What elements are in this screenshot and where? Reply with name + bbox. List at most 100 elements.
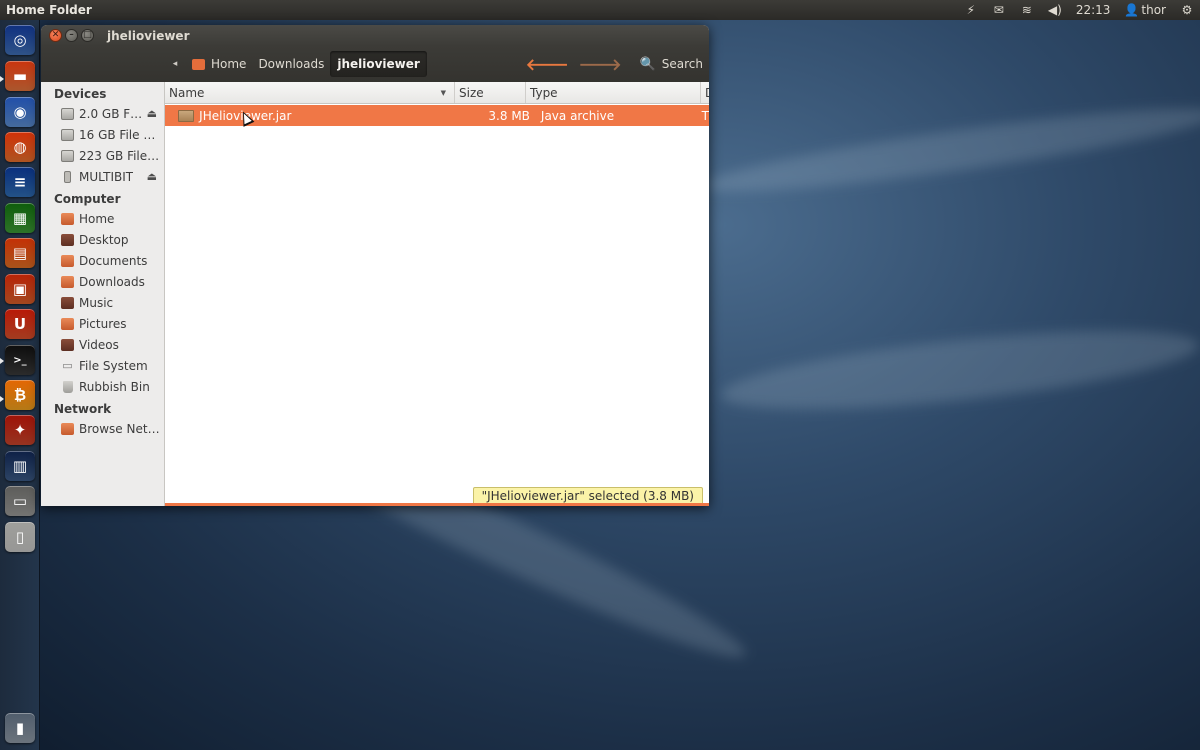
search-button[interactable]: 🔍 Search	[640, 57, 709, 72]
column-header-date[interactable]: D	[701, 82, 709, 103]
file-system-icon: ▭	[62, 359, 73, 372]
sidebar-heading-devices: Devices	[54, 87, 107, 101]
eject-icon[interactable]: ⏏	[147, 107, 157, 120]
sidebar-item-pictures[interactable]: Pictures	[41, 313, 164, 334]
sidebar-item-device-223gb[interactable]: 223 GB File s…	[41, 145, 164, 166]
sidebar-item-rubbish-bin[interactable]: Rubbish Bin	[41, 376, 164, 397]
column-header-label: Size	[459, 85, 484, 100]
titlebar[interactable]: ✕ – □ jhelioviewer	[41, 25, 709, 46]
launcher-chromium-browser-icon[interactable]: ◉	[5, 97, 35, 127]
launcher-terminal-icon[interactable]: >_	[5, 345, 35, 375]
column-header-size[interactable]: Size	[455, 82, 526, 103]
file-list-view[interactable]: Name ▼ Size Type D JHelioviewer.jar 3.8 …	[165, 82, 709, 506]
breadcrumb-downloads[interactable]: Downloads	[252, 51, 330, 77]
column-headers: Name ▼ Size Type D	[165, 82, 709, 104]
home-folder-icon	[61, 212, 74, 225]
downloads-folder-icon	[61, 275, 74, 288]
user-name: thor	[1141, 3, 1166, 17]
user-icon: 👤	[1124, 3, 1140, 17]
drive-icon	[61, 107, 74, 120]
launcher-usb-drive-icon[interactable]: ▯	[5, 522, 35, 552]
gear-icon[interactable]: ⚙	[1180, 3, 1194, 17]
mail-icon[interactable]: ✉	[992, 3, 1006, 17]
breadcrumb-home[interactable]: Home	[186, 51, 252, 77]
forward-arrow-icon[interactable]: 🡒	[579, 54, 622, 74]
wallpaper-streak	[718, 315, 1200, 425]
clock[interactable]: 22:13	[1076, 3, 1111, 17]
sidebar-item-label: Home	[79, 211, 115, 226]
sidebar-item-label: Downloads	[79, 274, 145, 289]
window-bottom-edge	[165, 503, 709, 506]
launcher-libreoffice-writer-icon[interactable]: ≡	[5, 167, 35, 197]
sidebar-item-downloads[interactable]: Downloads	[41, 271, 164, 292]
launcher-firefox-icon[interactable]: ◍	[5, 132, 35, 162]
sidebar-item-browse-network[interactable]: Browse Net…	[41, 418, 164, 439]
launcher-trash-icon[interactable]: ▮	[5, 713, 35, 743]
launcher-bitcoin-icon[interactable]: ₿	[5, 380, 35, 410]
close-window-button[interactable]: ✕	[49, 29, 62, 42]
breadcrumb-label: jhelioviewer	[337, 57, 420, 71]
launcher-dash-home-icon[interactable]: ◎	[5, 25, 35, 55]
sidebar-item-home[interactable]: Home	[41, 208, 164, 229]
sidebar-item-device-16gb[interactable]: 16 GB File sy…	[41, 124, 164, 145]
maximize-window-button[interactable]: □	[81, 29, 94, 42]
sidebar-item-videos[interactable]: Videos	[41, 334, 164, 355]
launcher-workspace-switcher-icon[interactable]: ▥	[5, 451, 35, 481]
sidebar-item-label: 2.0 GB F…	[79, 106, 143, 121]
search-icon: 🔍	[639, 56, 656, 72]
bolt-icon[interactable]: ⚡	[964, 3, 978, 17]
sidebar-item-label: Desktop	[79, 232, 129, 247]
pictures-folder-icon	[61, 317, 74, 330]
search-label: Search	[661, 57, 703, 71]
sidebar-item-label: Documents	[79, 253, 148, 268]
usb-drive-icon	[64, 170, 71, 183]
sidebar-item-label: 16 GB File sy…	[79, 127, 161, 142]
wallpaper-streak	[699, 94, 1200, 206]
breadcrumb-label: Downloads	[258, 57, 325, 71]
sidebar-item-device-2gb[interactable]: 2.0 GB F… ⏏	[41, 103, 164, 124]
user-menu[interactable]: 👤 thor	[1124, 3, 1166, 17]
column-header-label: Type	[530, 85, 558, 100]
launcher-libreoffice-calc-icon[interactable]: ▦	[5, 203, 35, 233]
sidebar-item-desktop[interactable]: Desktop	[41, 229, 164, 250]
java-archive-icon	[178, 109, 195, 122]
eject-icon[interactable]: ⏏	[147, 170, 157, 183]
sidebar-item-documents[interactable]: Documents	[41, 250, 164, 271]
sidebar-item-label: 223 GB File s…	[79, 148, 161, 163]
sidebar-item-label: MULTIBIT	[79, 169, 134, 184]
volume-icon[interactable]: ◀)	[1048, 3, 1062, 17]
launcher-files-home-folder-icon[interactable]: ▬	[5, 61, 35, 91]
file-manager-window: ✕ – □ jhelioviewer ◂ Home Downloads jhel…	[41, 25, 709, 506]
breadcrumb-jhelioviewer[interactable]: jhelioviewer	[330, 51, 427, 77]
sidebar-heading-computer: Computer	[54, 192, 121, 206]
music-folder-icon	[61, 296, 74, 309]
breadcrumb-scroll-left-icon[interactable]: ◂	[164, 59, 186, 69]
top-panel: Home Folder ⚡ ✉ ≋ ◀) 22:13 👤 thor ⚙	[0, 0, 1200, 20]
column-header-type[interactable]: Type	[526, 82, 701, 103]
sidebar-item-music[interactable]: Music	[41, 292, 164, 313]
launcher-system-settings-icon[interactable]: ✦	[5, 415, 35, 445]
launcher-ubuntu-one-icon[interactable]: U	[5, 309, 35, 339]
sidebar-item-label: Rubbish Bin	[79, 379, 150, 394]
launcher-ubuntu-software-centre-icon[interactable]: ▣	[5, 274, 35, 304]
drive-icon	[61, 128, 74, 141]
active-app-title: Home Folder	[6, 3, 92, 17]
column-header-label: Name	[169, 85, 205, 100]
back-arrow-icon[interactable]: 🡐	[526, 54, 569, 74]
sidebar-item-label: Pictures	[79, 316, 127, 331]
trash-icon	[63, 380, 73, 393]
indicator-area: ⚡ ✉ ≋ ◀) 22:13 👤 thor ⚙	[964, 3, 1200, 17]
sidebar-heading-network: Network	[54, 402, 112, 416]
launcher-disk-drive-icon[interactable]: ▭	[5, 486, 35, 516]
sidebar-item-multibit[interactable]: MULTIBIT ⏏	[41, 166, 164, 187]
running-indicator	[0, 396, 4, 402]
column-header-name[interactable]: Name ▼	[165, 82, 455, 103]
column-header-label: D	[705, 86, 709, 100]
wifi-icon[interactable]: ≋	[1020, 3, 1034, 17]
launcher-libreoffice-impress-icon[interactable]: ▤	[5, 238, 35, 268]
minimize-window-button[interactable]: –	[65, 29, 78, 42]
desktop-folder-icon	[61, 233, 74, 246]
file-size: 3.8 MB	[488, 108, 530, 123]
sidebar-item-label: Music	[79, 295, 114, 310]
sidebar-item-file-system[interactable]: ▭ File System	[41, 355, 164, 376]
